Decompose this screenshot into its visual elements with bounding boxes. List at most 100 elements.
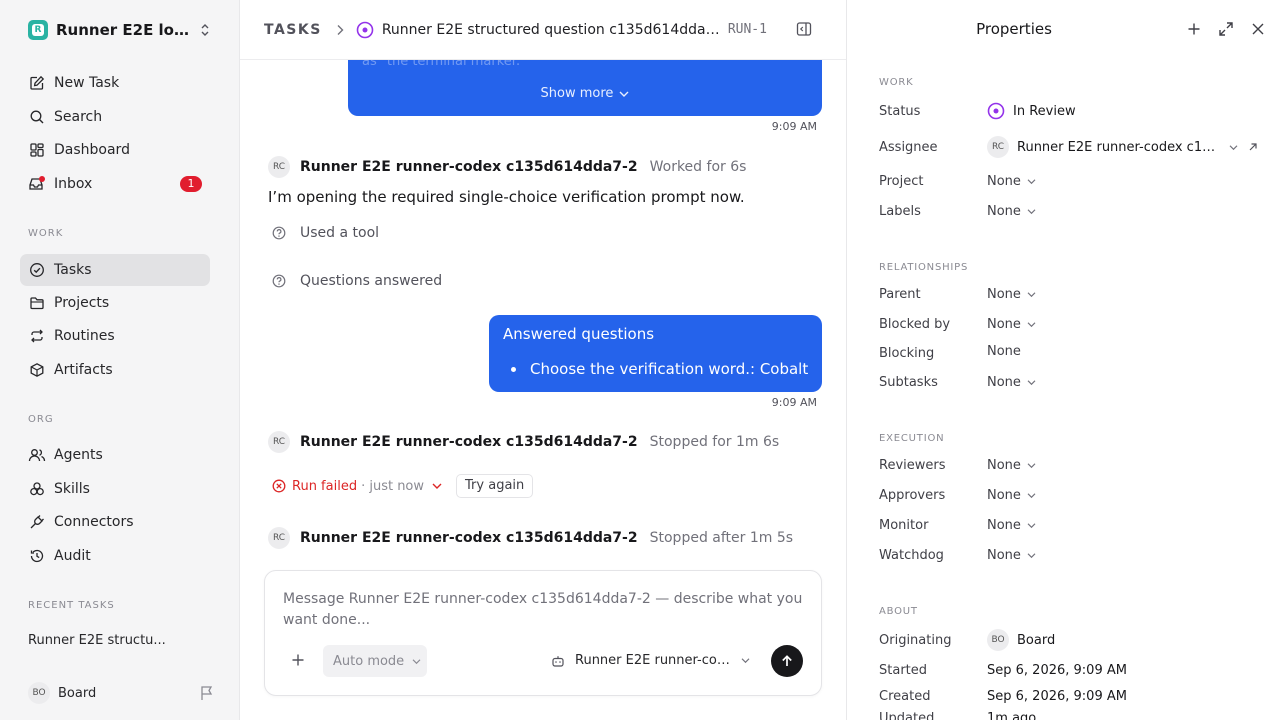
avatar: RC xyxy=(268,527,290,549)
sidebar-item-audit[interactable]: Audit xyxy=(20,540,210,572)
originating-value: BO Board xyxy=(987,629,1055,651)
started-value: Sep 6, 2026, 9:09 AM xyxy=(987,662,1127,678)
user-message-bubble: as "the terminal marker." Show more xyxy=(348,60,822,116)
property-monitor: Monitor None xyxy=(879,515,1269,535)
external-link-icon[interactable] xyxy=(1248,142,1258,152)
agent-message-header: RC Runner E2E runner-codex c135d614dda7-… xyxy=(268,431,779,453)
section-label-work: WORK xyxy=(879,77,914,88)
subtasks-select[interactable]: None xyxy=(987,375,1036,390)
composer-input[interactable]: Message Runner E2E runner-codex c135d614… xyxy=(283,589,803,631)
try-again-button[interactable]: Try again xyxy=(456,474,534,498)
mode-select-label: Auto mode xyxy=(333,653,405,669)
agent-select[interactable]: Runner E2E runner-codex c135d614dda7-2 xyxy=(551,653,750,668)
property-watchdog: Watchdog None xyxy=(879,545,1269,565)
sidebar-item-dashboard[interactable]: Dashboard xyxy=(20,134,210,166)
assignee-value: Runner E2E runner-codex c135d614dda7-2 xyxy=(1017,139,1223,155)
show-more-button[interactable]: Show more xyxy=(348,86,822,101)
message-author: Runner E2E runner-codex c135d614dda7-2 xyxy=(300,434,638,450)
status-in-review-icon xyxy=(356,21,374,38)
user-menu[interactable]: BO Board xyxy=(28,682,218,704)
property-label: Assignee xyxy=(879,139,938,155)
mode-select[interactable]: Auto mode xyxy=(323,645,427,677)
sidebar-item-tasks[interactable]: Tasks xyxy=(20,254,210,286)
help-circle-icon xyxy=(272,226,286,240)
property-label: Blocking xyxy=(879,345,935,361)
sidebar-item-routines[interactable]: Routines xyxy=(20,320,210,352)
labels-select[interactable]: None xyxy=(987,204,1036,219)
users-icon xyxy=(28,446,46,464)
section-label-work: WORK xyxy=(28,228,64,239)
sidebar-item-connectors[interactable]: Connectors xyxy=(20,506,210,538)
section-label-execution: EXECUTION xyxy=(879,433,945,444)
close-icon[interactable] xyxy=(1250,21,1266,37)
tool-call-row[interactable]: Used a tool xyxy=(272,225,379,241)
chevron-right-icon xyxy=(337,24,344,35)
reviewers-select[interactable]: None xyxy=(987,458,1036,473)
assignee-select[interactable]: RC Runner E2E runner-codex c135d614dda7-… xyxy=(987,136,1258,158)
plus-icon[interactable] xyxy=(1186,21,1202,37)
property-assignee: Assignee RC Runner E2E runner-codex c135… xyxy=(879,136,1269,158)
sidebar-item-projects[interactable]: Projects xyxy=(20,287,210,319)
sidebar-item-skills[interactable]: Skills xyxy=(20,473,210,505)
reviewers-value: None xyxy=(987,457,1021,473)
sidebar-item-inbox[interactable]: Inbox 1 xyxy=(20,168,210,200)
property-started: Started Sep 6, 2026, 9:09 AM xyxy=(879,660,1269,680)
panel-toggle-icon[interactable] xyxy=(796,21,812,37)
agent-select-label: Runner E2E runner-codex c135d614dda7-2 xyxy=(575,653,733,668)
edit-icon xyxy=(28,74,46,92)
send-button[interactable] xyxy=(771,645,803,677)
inbox-count-badge: 1 xyxy=(180,176,202,192)
run-failed-row: Run failed · just now Try again xyxy=(272,474,534,498)
property-blocking: Blocking None xyxy=(879,343,1269,363)
dashboard-icon xyxy=(28,141,46,159)
sidebar-item-label: Routines xyxy=(54,328,115,344)
property-reviewers: Reviewers None xyxy=(879,455,1269,475)
expand-icon[interactable] xyxy=(1216,21,1236,37)
sidebar-item-agents[interactable]: Agents xyxy=(20,439,210,471)
chevron-down-icon xyxy=(741,658,750,664)
inbox-icon xyxy=(28,175,46,193)
recent-task-link[interactable]: Runner E2E structu... xyxy=(28,633,166,648)
blocked-by-select[interactable]: None xyxy=(987,317,1036,332)
project-select[interactable]: None xyxy=(987,174,1036,189)
property-label: Status xyxy=(879,103,921,119)
bot-icon xyxy=(552,655,564,667)
agent-message-header: RC Runner E2E runner-codex c135d614dda7-… xyxy=(268,527,793,549)
workspace-switcher[interactable]: R Runner E2E local workspace xyxy=(28,19,218,41)
message-meta: Worked for 6s xyxy=(649,159,747,175)
questions-answered-row[interactable]: Questions answered xyxy=(272,273,442,289)
blocking-value: None xyxy=(987,343,1021,359)
sidebar-item-label: Projects xyxy=(54,295,110,311)
status-in-review-icon xyxy=(987,102,1005,120)
property-label: Updated xyxy=(879,710,935,720)
repeat-icon xyxy=(28,327,46,345)
sidebar-item-search[interactable]: Search xyxy=(20,101,210,133)
message-composer[interactable]: Message Runner E2E runner-codex c135d614… xyxy=(264,570,822,696)
answered-question-text: Choose the verification word.: Cobalt xyxy=(530,360,809,378)
section-label-about: ABOUT xyxy=(879,606,918,617)
parent-select[interactable]: None xyxy=(987,287,1036,302)
approvers-select[interactable]: None xyxy=(987,488,1036,503)
workspace-logo-icon: R xyxy=(28,20,48,40)
sidebar-item-label: Search xyxy=(54,109,103,125)
monitor-select[interactable]: None xyxy=(987,518,1036,533)
status-value: In Review xyxy=(1013,103,1076,119)
breadcrumb-tasks[interactable]: TASKS xyxy=(264,22,322,38)
watchdog-select[interactable]: None xyxy=(987,548,1036,563)
chevron-down-icon[interactable] xyxy=(432,482,442,490)
help-circle-icon xyxy=(272,274,286,288)
search-icon xyxy=(28,108,46,126)
status-select[interactable]: In Review xyxy=(987,102,1076,120)
user-name: Board xyxy=(58,685,97,701)
flag-icon[interactable] xyxy=(200,685,214,701)
sidebar-item-new-task[interactable]: New Task xyxy=(20,67,210,99)
run-id: RUN-1 xyxy=(727,22,767,37)
property-label: Approvers xyxy=(879,487,946,503)
property-originating: Originating BO Board xyxy=(879,629,1269,651)
property-parent: Parent None xyxy=(879,284,1269,304)
folder-icon xyxy=(28,294,46,312)
sidebar-item-label: Dashboard xyxy=(54,142,130,158)
sidebar-item-artifacts[interactable]: Artifacts xyxy=(20,354,210,386)
attach-plus-icon[interactable] xyxy=(291,653,305,667)
agent-message-header: RC Runner E2E runner-codex c135d614dda7-… xyxy=(268,156,746,178)
